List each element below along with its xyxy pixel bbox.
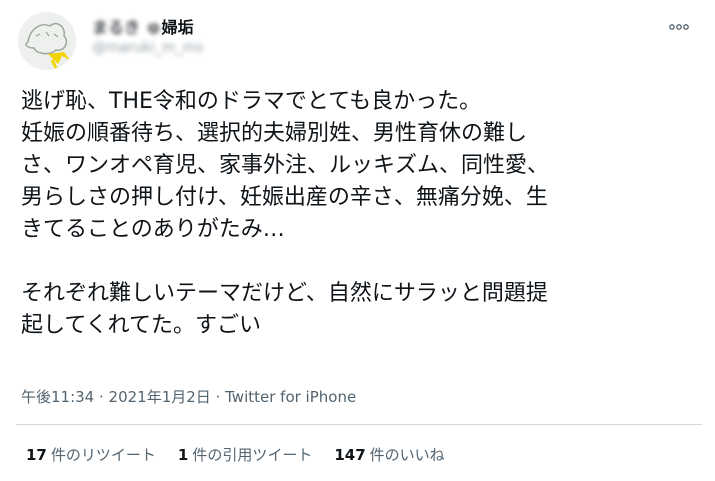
retweets-label: 件のリツイート [50, 446, 156, 464]
tweet-time: 午後11:34 [21, 388, 95, 406]
tweet-source-link[interactable]: Twitter for iPhone [225, 388, 356, 406]
retweets-stat[interactable]: 17 件のリツイート [26, 444, 156, 465]
tweet-date: 2021年1月2日 [108, 388, 211, 406]
meta-separator: · [94, 388, 109, 406]
engagement-stats: 17 件のリツイート 1 件の引用ツイート 147 件のいいね [26, 444, 445, 465]
display-name-visible: 婦垢 [161, 18, 194, 37]
likes-label: 件のいいね [369, 446, 445, 464]
tweet-text: 逃げ恥、THE令和のドラマでとても良かった。 妊娠の順番待ち、選択的夫婦別姓、男… [21, 89, 550, 338]
retweets-count: 17 [26, 446, 47, 464]
tweet-time-link[interactable]: 午後11:34 · 2021年1月2日 [21, 388, 211, 406]
quotes-label: 件の引用ツイート [192, 446, 313, 464]
more-dots [669, 24, 689, 30]
avatar[interactable] [18, 12, 76, 70]
likes-stat[interactable]: 147 件のいいね [334, 444, 444, 465]
meta-separator-2: · [210, 388, 226, 406]
divider-top [16, 424, 702, 425]
avatar-illustration-icon [18, 12, 76, 70]
ellipsis-icon[interactable] [666, 14, 692, 36]
display-name[interactable]: まるき ゅ婦垢 [92, 14, 194, 38]
display-name-obscured: まるき ゅ [92, 18, 162, 37]
quotes-stat[interactable]: 1 件の引用ツイート [178, 444, 312, 465]
tweet-meta: 午後11:34 · 2021年1月2日 · Twitter for iPhone [21, 386, 356, 407]
user-handle[interactable]: @maruki_m_ms [92, 40, 203, 56]
quotes-count: 1 [177, 446, 189, 464]
likes-count: 147 [334, 446, 366, 464]
